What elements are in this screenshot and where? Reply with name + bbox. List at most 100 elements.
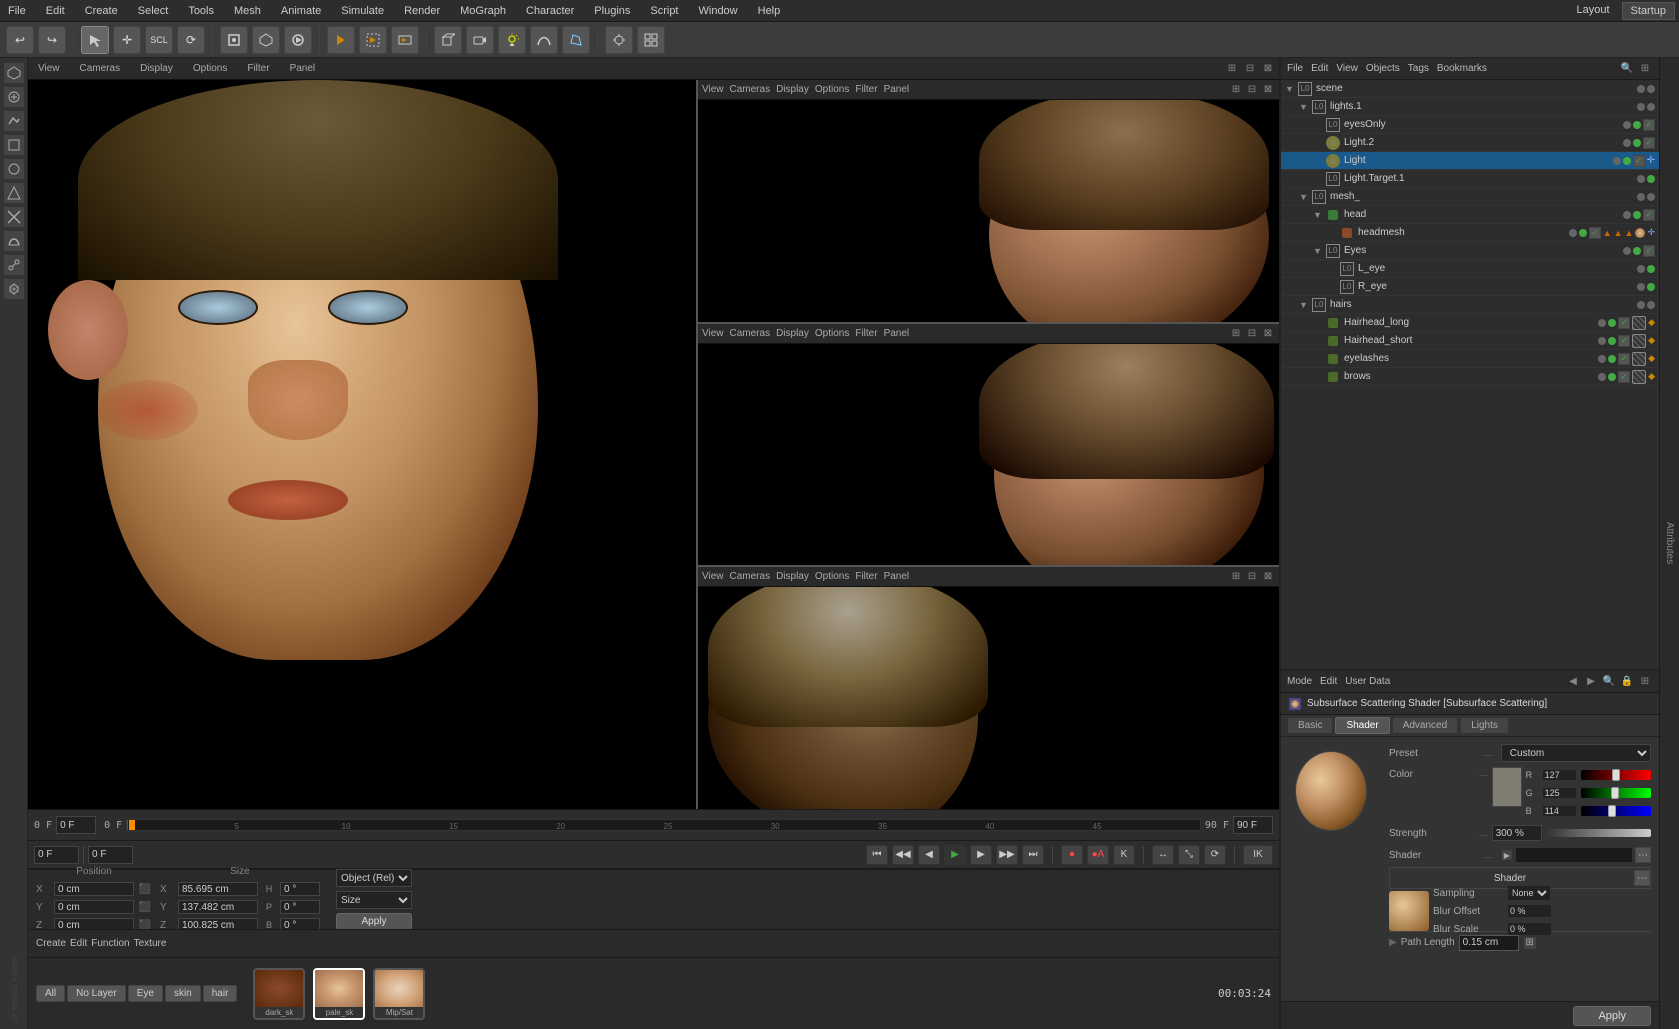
timeline-frame-input[interactable] [56, 816, 96, 834]
tree-item-headmesh[interactable]: headmesh ✓ ▲ ▲ ▲ ✛ [1281, 224, 1659, 242]
deformer-tool[interactable] [562, 26, 590, 54]
color-g-slider[interactable] [1581, 788, 1651, 798]
color-g-input[interactable] [1542, 787, 1577, 799]
tree-item-eyesonly[interactable]: L0 eyesOnly ✓ [1281, 116, 1659, 134]
viewport-icon-1[interactable]: ⊞ [1225, 62, 1239, 76]
bottom-edit[interactable]: Edit [70, 938, 87, 949]
anim-key-sel[interactable]: K [1113, 845, 1135, 865]
anim-record[interactable]: ● [1061, 845, 1083, 865]
tree-item-hairshort[interactable]: Hairhead_short ✓ ◆ [1281, 332, 1659, 350]
left-tool-2[interactable] [3, 86, 25, 108]
left-tool-6[interactable] [3, 182, 25, 204]
vp3-icon-2[interactable]: ⊟ [1245, 570, 1259, 584]
scale-tool[interactable]: SCL [145, 26, 173, 54]
attr-lock-icon[interactable]: 🔒 [1619, 674, 1635, 690]
sampling-select[interactable]: None [1507, 885, 1551, 901]
filter-all[interactable]: All [36, 985, 65, 1002]
vp-tab-options[interactable]: Options [187, 61, 233, 76]
attr-mode[interactable]: Mode [1287, 676, 1312, 687]
workspace-tool[interactable] [637, 26, 665, 54]
menu-mograph[interactable]: MoGraph [456, 3, 510, 19]
viewport-bot-right[interactable]: View Cameras Display Options Filter Pane… [698, 567, 1279, 809]
left-tool-3[interactable] [3, 110, 25, 132]
render-region[interactable] [359, 26, 387, 54]
render-to-picture[interactable] [391, 26, 419, 54]
material-dark-sk[interactable]: dark_sk [253, 968, 305, 1020]
bottom-create[interactable]: Create [36, 938, 66, 949]
menu-plugins[interactable]: Plugins [590, 3, 634, 19]
vp-small-3-display[interactable]: Display [776, 571, 809, 582]
tree-item-eyes[interactable]: ▼ L0 Eyes ✓ [1281, 242, 1659, 260]
anim-to-start[interactable]: ⏮ [866, 845, 888, 865]
attr-tab-basic[interactable]: Basic [1287, 717, 1333, 734]
left-tool-10[interactable] [3, 278, 25, 300]
filter-hair[interactable]: hair [203, 985, 238, 1002]
anim-next-key[interactable]: ▶▶ [996, 845, 1018, 865]
vp-small-2-view[interactable]: View [702, 328, 724, 339]
left-tool-1[interactable] [3, 62, 25, 84]
coord-x-input[interactable] [54, 882, 134, 896]
menu-render[interactable]: Render [400, 3, 444, 19]
vp2-icon-1[interactable]: ⊞ [1229, 326, 1243, 340]
attr-userdata[interactable]: User Data [1345, 676, 1390, 687]
anim-auto-key[interactable]: ●A [1087, 845, 1109, 865]
anim-next-frame[interactable]: ▶ [970, 845, 992, 865]
vp-tab-display[interactable]: Display [134, 61, 179, 76]
anim-frame-input[interactable] [34, 846, 79, 864]
menu-help[interactable]: Help [754, 3, 785, 19]
vp2-icon-3[interactable]: ⊠ [1261, 326, 1275, 340]
menu-animate[interactable]: Animate [277, 3, 325, 19]
coord-mode-select[interactable]: Object (Rel) [336, 869, 412, 887]
shader-arrow[interactable]: ▶ [1501, 849, 1513, 861]
blur-offset-input[interactable] [1507, 904, 1552, 918]
color-r-input[interactable] [1542, 769, 1577, 781]
strength-input[interactable] [1492, 825, 1542, 841]
anim-extra-1[interactable]: IK [1243, 845, 1273, 865]
tree-item-light[interactable]: ◎ Light ✓ ✛ [1281, 152, 1659, 170]
vp-small-3-options[interactable]: Options [815, 571, 849, 582]
vp-small-1-options[interactable]: Options [815, 84, 849, 95]
attr-edit[interactable]: Edit [1320, 676, 1337, 687]
vp-small-3-cameras[interactable]: Cameras [730, 571, 771, 582]
size-y-input[interactable] [178, 900, 258, 914]
vp3-icon-3[interactable]: ⊠ [1261, 570, 1275, 584]
vp-small-1-display[interactable]: Display [776, 84, 809, 95]
menu-edit[interactable]: Edit [42, 3, 69, 19]
light-tool[interactable] [498, 26, 526, 54]
camera-tool[interactable] [466, 26, 494, 54]
timeline-end-input[interactable] [1233, 816, 1273, 834]
model-mode[interactable] [252, 26, 280, 54]
bottom-texture[interactable]: Texture [134, 938, 167, 949]
vp-small-2-cameras[interactable]: Cameras [730, 328, 771, 339]
filter-nolayer[interactable]: No Layer [67, 985, 126, 1002]
tree-item-scene[interactable]: ▼ L0 scene [1281, 80, 1659, 98]
left-tool-4[interactable] [3, 134, 25, 156]
vp1-icon-3[interactable]: ⊠ [1261, 83, 1275, 97]
om-view[interactable]: View [1336, 63, 1358, 74]
tree-item-light2[interactable]: ◎ Light.2 ✓ [1281, 134, 1659, 152]
anim-to-end[interactable]: ⏭ [1022, 845, 1044, 865]
left-tool-7[interactable] [3, 206, 25, 228]
anim-frame-display[interactable] [88, 846, 133, 864]
anim-rotate[interactable]: ⟳ [1204, 845, 1226, 865]
render-button[interactable] [327, 26, 355, 54]
vp-small-3-panel[interactable]: Panel [884, 571, 910, 582]
tree-item-leye[interactable]: L0 L_eye [1281, 260, 1659, 278]
om-sort-icon[interactable]: ⊞ [1637, 61, 1653, 77]
om-file[interactable]: File [1287, 63, 1303, 74]
color-b-input[interactable] [1542, 805, 1577, 817]
rotate-tool[interactable]: ⟳ [177, 26, 205, 54]
size-p-input[interactable] [280, 900, 320, 914]
om-objects[interactable]: Objects [1366, 63, 1400, 74]
size-h-input[interactable] [280, 882, 320, 896]
select-tool[interactable] [81, 26, 109, 54]
tree-item-head[interactable]: ▼ head ✓ [1281, 206, 1659, 224]
undo-button[interactable]: ↩ [6, 26, 34, 54]
vp-tab-view[interactable]: View [32, 61, 66, 76]
tree-item-lighttarget1[interactable]: L0 Light.Target.1 [1281, 170, 1659, 188]
size-mode-select[interactable]: Size [336, 891, 412, 909]
shader-options-btn[interactable]: ⋯ [1635, 847, 1651, 863]
coord-apply-button[interactable]: Apply [336, 913, 412, 930]
om-tags[interactable]: Tags [1408, 63, 1429, 74]
anim-move[interactable]: ↔ [1152, 845, 1174, 865]
